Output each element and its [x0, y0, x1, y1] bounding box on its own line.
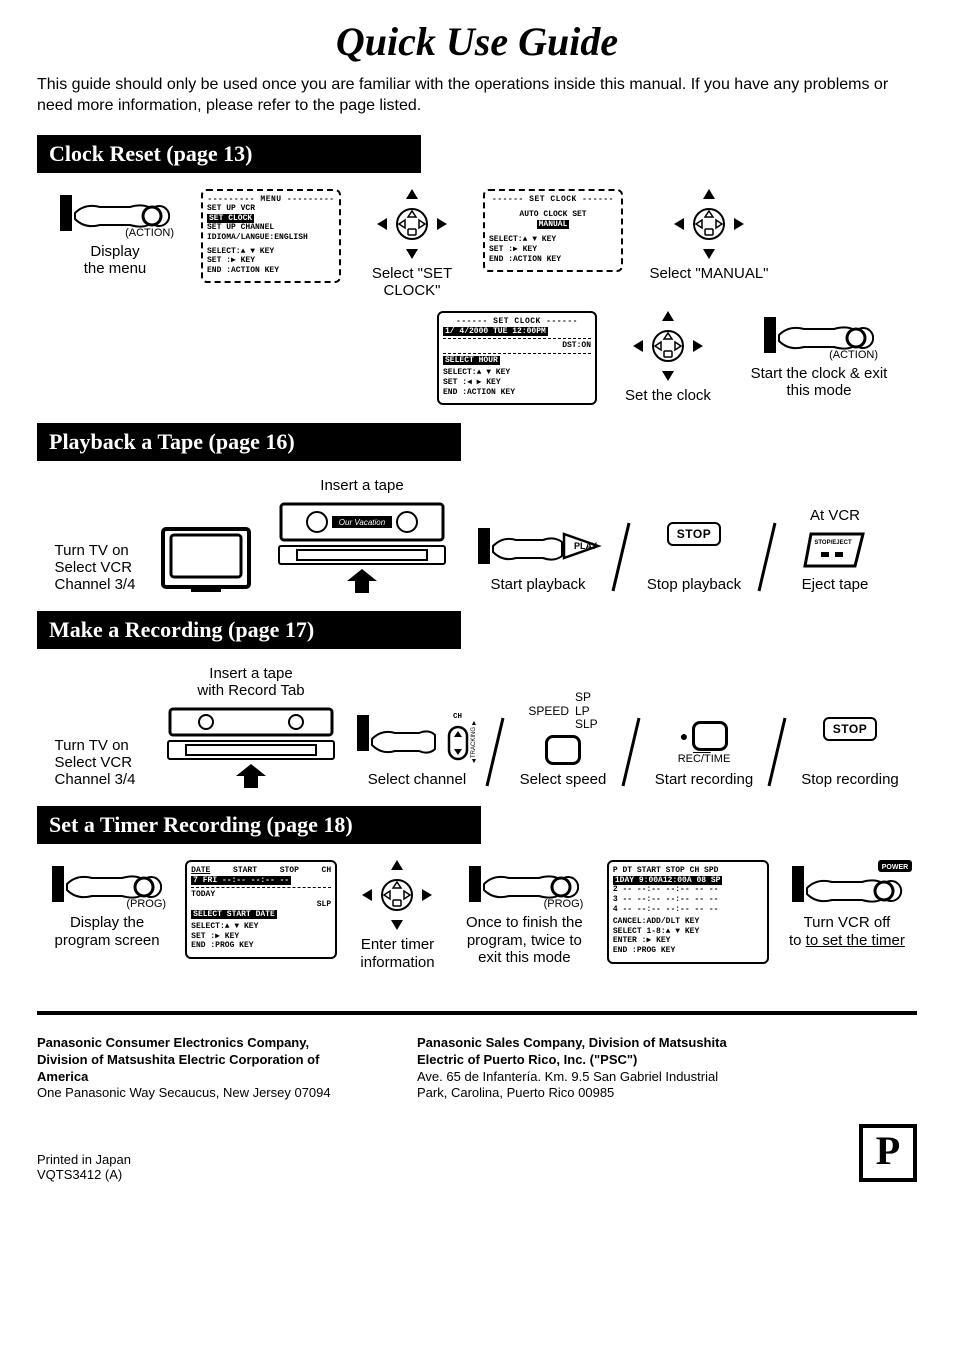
footer-col-1: Panasonic Consumer Electronics Company, … — [37, 1035, 357, 1103]
speed-option: SLP — [575, 718, 598, 731]
footer-separator — [37, 1011, 917, 1015]
insert-tape-label: Insert a tape — [320, 477, 403, 494]
svg-text:PLAY: PLAY — [574, 541, 597, 551]
step-caption: Select speed — [520, 771, 607, 788]
footer-col-2: Panasonic Sales Company, Division of Mat… — [417, 1035, 737, 1103]
separator-slash — [485, 716, 505, 788]
speed-button — [545, 735, 581, 765]
prog-button-illustration: (PROG) — [469, 860, 579, 908]
step-caption: Select "SET CLOCK" — [357, 265, 467, 300]
on-screen-menu: P DT START STOP CH SPD 1DAY 9:00A12:00A … — [607, 860, 769, 963]
p-mark: P — [859, 1124, 917, 1182]
on-screen-menu: ------ SET CLOCK ------ 1/ 4/2000 TUE 12… — [437, 311, 597, 405]
channel-button-illustration — [357, 709, 447, 765]
step-caption: Turn VCR off to to set the timer — [789, 914, 905, 949]
power-button-illustration: POWER — [792, 860, 902, 908]
dpad-icon — [674, 189, 744, 259]
stop-button: STOP — [667, 522, 721, 546]
step-caption: Set the clock — [625, 387, 711, 404]
dpad-icon — [362, 860, 432, 930]
step-caption: Eject tape — [802, 576, 869, 593]
stop-button: STOP — [823, 717, 877, 741]
tv-caption: Turn TV on Select VCR Channel 3/4 — [55, 737, 136, 789]
separator-slash — [611, 521, 631, 593]
speed-option: SP — [575, 691, 598, 704]
separator-slash — [767, 716, 787, 788]
svg-text:POWER: POWER — [882, 864, 908, 871]
speed-label: SPEED — [528, 704, 569, 718]
action-label: (ACTION) — [829, 349, 878, 361]
dpad-icon — [377, 189, 447, 259]
action-button-illustration: (ACTION) — [764, 311, 874, 359]
section-heading-recording: Make a Recording (page 17) — [37, 611, 461, 649]
step-caption: Stop playback — [647, 576, 741, 593]
separator-slash — [757, 521, 777, 593]
page-title: Quick Use Guide — [37, 18, 917, 65]
up-arrow-icon — [347, 569, 377, 593]
section-heading-clock: Clock Reset (page 13) — [37, 135, 421, 173]
svg-text:STOP/EJECT: STOP/EJECT — [814, 540, 852, 546]
step-caption: Stop recording — [801, 771, 899, 788]
speed-option: LP — [575, 705, 598, 718]
prog-label: (PROG) — [126, 898, 166, 910]
section-heading-timer: Set a Timer Recording (page 18) — [37, 806, 481, 844]
tv-caption: Turn TV on Select VCR Channel 3/4 — [55, 542, 136, 594]
play-button-illustration: PLAY — [478, 522, 598, 570]
svg-text:Our Vacation: Our Vacation — [339, 518, 386, 527]
on-screen-menu: --------- MENU --------- SET UP VCR SET … — [201, 189, 341, 284]
section-heading-playback: Playback a Tape (page 16) — [37, 423, 461, 461]
rec-label: REC/TIME — [678, 753, 731, 765]
insert-tape-label: Insert a tape with Record Tab — [197, 665, 304, 699]
action-label: (ACTION) — [125, 227, 174, 239]
step-caption: Select channel — [368, 771, 466, 788]
step-caption: Select "MANUAL" — [649, 265, 768, 282]
prog-button-illustration: (PROG) — [52, 860, 162, 908]
step-caption: Enter timer information — [353, 936, 442, 971]
printed-info: Printed in Japan VQTS3412 (A) — [37, 1152, 131, 1182]
on-screen-menu: ------ SET CLOCK ------ AUTO CLOCK SET M… — [483, 189, 623, 273]
separator-slash — [621, 716, 641, 788]
tape-icon — [166, 705, 336, 739]
dpad-icon — [633, 311, 703, 381]
vcr-slot-icon — [277, 544, 447, 566]
prog-label: (PROG) — [544, 898, 584, 910]
up-arrow-icon — [236, 764, 266, 788]
intro-text: This guide should only be used once you … — [37, 75, 917, 117]
tv-icon — [161, 527, 251, 593]
rec-button — [692, 721, 728, 751]
step-caption: Start recording — [655, 771, 753, 788]
action-button-illustration: (ACTION) — [60, 189, 170, 237]
eject-flap-icon: STOP/EJECT — [803, 530, 867, 570]
step-caption: Start playback — [490, 576, 585, 593]
at-vcr-label: At VCR — [810, 507, 860, 524]
tape-icon: Our Vacation — [277, 500, 447, 544]
tracking-label: TRACKING — [471, 727, 478, 758]
step-caption: Once to finish the program, twice to exi… — [458, 914, 591, 966]
vcr-slot-icon — [166, 739, 336, 761]
step-caption: Start the clock & exit this mode — [739, 365, 899, 400]
step-caption: Displaythe menu — [84, 243, 147, 278]
step-caption: Display the program screen — [45, 914, 169, 949]
on-screen-menu: DATE START STOP CH 7 FRI --:-- --:-- -- … — [185, 860, 337, 959]
